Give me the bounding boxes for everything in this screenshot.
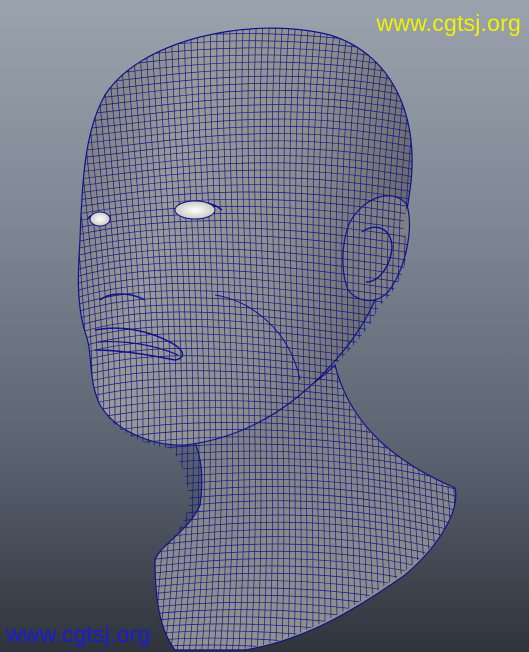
right-eye bbox=[174, 200, 216, 220]
edge-ring bbox=[77, 28, 88, 651]
edge-ring bbox=[453, 28, 456, 651]
edge-ring bbox=[26, 10, 65, 652]
head-wireframe-render bbox=[26, 10, 515, 652]
edge-ring bbox=[442, 28, 456, 651]
edge-ring bbox=[477, 10, 515, 652]
edge-ring bbox=[448, 28, 456, 651]
edge-ring bbox=[32, 10, 70, 652]
edge-ring bbox=[437, 28, 456, 651]
watermark-top: www.cgtsj.org bbox=[376, 10, 521, 36]
edge-ring bbox=[39, 10, 76, 652]
watermark-bottom: www.cgtsj.org bbox=[6, 621, 151, 647]
edge-ring bbox=[425, 28, 456, 651]
left-eye bbox=[89, 211, 111, 227]
3d-viewport[interactable]: www.cgtsj.org www.cgtsj.org bbox=[0, 0, 529, 652]
edge-ring bbox=[431, 28, 456, 651]
edge-ring bbox=[471, 10, 508, 652]
edge-ring bbox=[465, 10, 501, 652]
edge-ring bbox=[460, 10, 495, 652]
edge-ring bbox=[77, 28, 82, 651]
